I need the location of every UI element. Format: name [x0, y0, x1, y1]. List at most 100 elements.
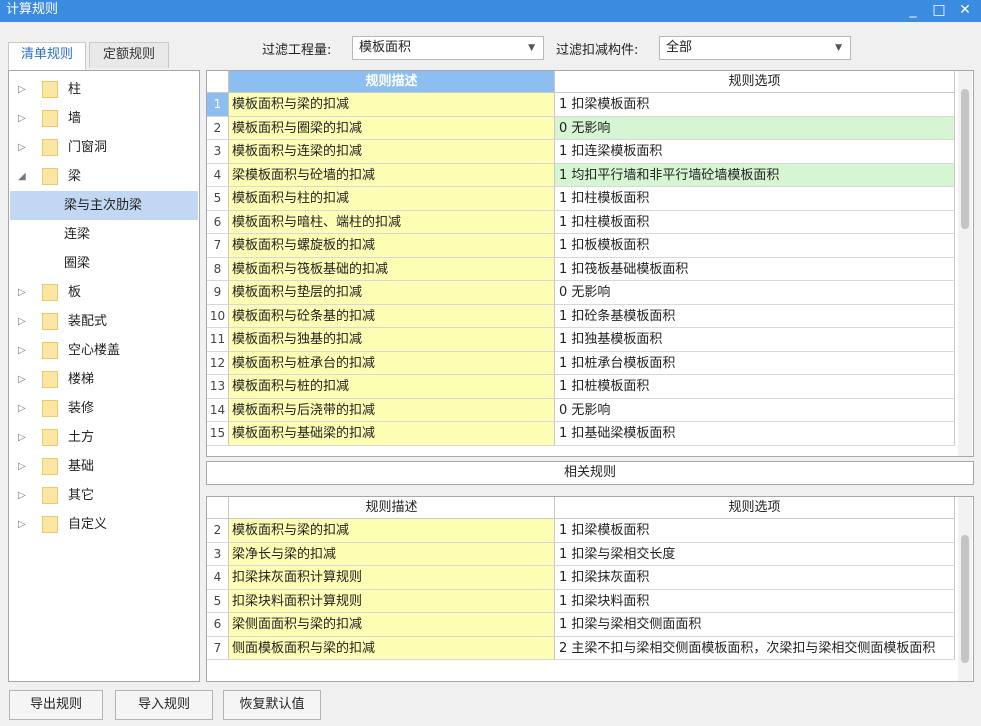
- collapsed-arrow-icon[interactable]: ▷: [18, 423, 26, 452]
- collapsed-arrow-icon[interactable]: ▷: [18, 481, 26, 510]
- tab-quota-rules[interactable]: 定额规则: [89, 42, 169, 68]
- collapsed-arrow-icon[interactable]: ▷: [18, 510, 26, 539]
- rule-option-cell[interactable]: 1 扣板模板面积: [555, 234, 955, 258]
- rule-option-cell[interactable]: 1 扣梁与梁相交侧面面积: [555, 613, 955, 637]
- rule-description-cell[interactable]: 模板面积与螺旋板的扣减: [229, 234, 555, 258]
- table-row[interactable]: 3 模板面积与连梁的扣减 1 扣连梁模板面积: [207, 140, 955, 164]
- rule-option-cell[interactable]: 1 扣砼条基模板面积: [555, 304, 955, 328]
- table-row[interactable]: 7 侧面模板面积与梁的扣减 2 主梁不扣与梁相交侧面模板面积，次梁扣与梁相交侧面模板…: [207, 636, 955, 660]
- tree-item[interactable]: ▷ 装配式: [10, 307, 198, 336]
- collapsed-arrow-icon[interactable]: ▷: [18, 133, 26, 162]
- tree-item[interactable]: ▷ 装修: [10, 394, 198, 423]
- collapsed-arrow-icon[interactable]: ▷: [18, 365, 26, 394]
- restore-defaults-button[interactable]: 恢复默认值: [223, 690, 321, 720]
- rule-description-cell[interactable]: 模板面积与后浇带的扣减: [229, 398, 555, 422]
- rule-description-cell[interactable]: 模板面积与桩承台的扣减: [229, 351, 555, 375]
- table-row[interactable]: 9 模板面积与垫层的扣减 0 无影响: [207, 281, 955, 305]
- rule-option-cell[interactable]: 0 无影响: [555, 281, 955, 305]
- tree-item[interactable]: ▷ 楼梯: [10, 365, 198, 394]
- rule-description-cell[interactable]: 模板面积与柱的扣减: [229, 187, 555, 211]
- table-row[interactable]: 2 模板面积与圈梁的扣减 0 无影响: [207, 116, 955, 140]
- table-row[interactable]: 5 模板面积与柱的扣减 1 扣柱模板面积: [207, 187, 955, 211]
- collapsed-arrow-icon[interactable]: ▷: [18, 336, 26, 365]
- table-row[interactable]: 2 模板面积与梁的扣减 1 扣梁模板面积: [207, 519, 955, 543]
- rule-description-cell[interactable]: 梁净长与梁的扣减: [229, 542, 555, 566]
- import-rules-button[interactable]: 导入规则: [115, 690, 213, 720]
- rule-option-cell[interactable]: 1 扣筏板基础模板面积: [555, 257, 955, 281]
- rule-description-cell[interactable]: 模板面积与独基的扣减: [229, 328, 555, 352]
- tree-item[interactable]: ▷ 空心楼盖: [10, 336, 198, 365]
- rule-option-cell[interactable]: 1 扣梁与梁相交长度: [555, 542, 955, 566]
- rule-description-cell[interactable]: 扣梁块料面积计算规则: [229, 589, 555, 613]
- rule-description-cell[interactable]: 模板面积与垫层的扣减: [229, 281, 555, 305]
- scrollbar-thumb[interactable]: [961, 535, 969, 663]
- tree-item[interactable]: ▷ 门窗洞: [10, 133, 198, 162]
- tree-item[interactable]: ▷ 其它: [10, 481, 198, 510]
- expanded-arrow-icon[interactable]: ◢: [18, 162, 26, 191]
- collapsed-arrow-icon[interactable]: ▷: [18, 278, 26, 307]
- filter-component-select[interactable]: 全部 ▼: [659, 36, 851, 60]
- rule-description-cell[interactable]: 模板面积与基础梁的扣减: [229, 422, 555, 446]
- export-rules-button[interactable]: 导出规则: [9, 690, 103, 720]
- maximize-icon[interactable]: □: [928, 0, 950, 22]
- table-row[interactable]: 10 模板面积与砼条基的扣减 1 扣砼条基模板面积: [207, 304, 955, 328]
- minimize-icon[interactable]: _: [902, 0, 924, 22]
- table-row[interactable]: 5 扣梁块料面积计算规则 1 扣梁块料面积: [207, 589, 955, 613]
- tree-item[interactable]: ◢ 梁: [10, 162, 198, 191]
- rule-description-cell[interactable]: 侧面模板面积与梁的扣减: [229, 636, 555, 660]
- rule-description-cell[interactable]: 梁模板面积与砼墙的扣减: [229, 163, 555, 187]
- rule-description-cell[interactable]: 模板面积与连梁的扣减: [229, 140, 555, 164]
- rule-option-cell[interactable]: 1 扣基础梁模板面积: [555, 422, 955, 446]
- rule-description-cell[interactable]: 模板面积与筏板基础的扣减: [229, 257, 555, 281]
- table-row[interactable]: 11 模板面积与独基的扣减 1 扣独基模板面积: [207, 328, 955, 352]
- rule-description-cell[interactable]: 模板面积与暗柱、端柱的扣减: [229, 210, 555, 234]
- tree-item[interactable]: 连梁: [10, 220, 198, 249]
- related-option-column-header[interactable]: 规则选项: [555, 497, 955, 519]
- filter-project-select[interactable]: 模板面积 ▼: [352, 36, 544, 60]
- table-row[interactable]: 7 模板面积与螺旋板的扣减 1 扣板模板面积: [207, 234, 955, 258]
- close-icon[interactable]: ✕: [954, 0, 976, 22]
- table-row[interactable]: 13 模板面积与桩的扣减 1 扣桩模板面积: [207, 375, 955, 399]
- collapsed-arrow-icon[interactable]: ▷: [18, 307, 26, 336]
- tree-item[interactable]: ▷ 自定义: [10, 510, 198, 539]
- tree-item[interactable]: ▷ 土方: [10, 423, 198, 452]
- related-table-scrollbar[interactable]: [958, 497, 972, 681]
- table-row[interactable]: 14 模板面积与后浇带的扣减 0 无影响: [207, 398, 955, 422]
- option-column-header[interactable]: 规则选项: [555, 71, 955, 93]
- rule-option-cell[interactable]: 1 扣连梁模板面积: [555, 140, 955, 164]
- tree-item[interactable]: 梁与主次肋梁: [10, 191, 198, 220]
- table-row[interactable]: 3 梁净长与梁的扣减 1 扣梁与梁相交长度: [207, 542, 955, 566]
- collapsed-arrow-icon[interactable]: ▷: [18, 104, 26, 133]
- collapsed-arrow-icon[interactable]: ▷: [18, 452, 26, 481]
- related-desc-column-header[interactable]: 规则描述: [229, 497, 555, 519]
- rule-option-cell[interactable]: 1 扣桩模板面积: [555, 375, 955, 399]
- rule-option-cell[interactable]: 1 扣独基模板面积: [555, 328, 955, 352]
- rule-description-cell[interactable]: 模板面积与圈梁的扣减: [229, 116, 555, 140]
- table-row[interactable]: 4 扣梁抹灰面积计算规则 1 扣梁抹灰面积: [207, 566, 955, 590]
- collapsed-arrow-icon[interactable]: ▷: [18, 394, 26, 423]
- rule-option-cell[interactable]: 1 扣梁模板面积: [555, 93, 955, 117]
- main-table-scrollbar[interactable]: [958, 71, 972, 456]
- tree-item[interactable]: ▷ 墙: [10, 104, 198, 133]
- rule-option-cell[interactable]: 1 扣柱模板面积: [555, 187, 955, 211]
- rule-option-cell[interactable]: 0 无影响: [555, 116, 955, 140]
- table-row[interactable]: 6 梁侧面面积与梁的扣减 1 扣梁与梁相交侧面面积: [207, 613, 955, 637]
- rule-description-cell[interactable]: 扣梁抹灰面积计算规则: [229, 566, 555, 590]
- rule-option-cell[interactable]: 1 扣柱模板面积: [555, 210, 955, 234]
- desc-column-header[interactable]: 规则描述: [229, 71, 555, 93]
- rule-option-cell[interactable]: 1 扣梁块料面积: [555, 589, 955, 613]
- table-row[interactable]: 1 模板面积与梁的扣减 1 扣梁模板面积: [207, 93, 955, 117]
- rule-option-cell[interactable]: 1 均扣平行墙和非平行墙砼墙模板面积: [555, 163, 955, 187]
- table-row[interactable]: 8 模板面积与筏板基础的扣减 1 扣筏板基础模板面积: [207, 257, 955, 281]
- tab-bill-rules[interactable]: 清单规则: [8, 42, 86, 70]
- rule-description-cell[interactable]: 梁侧面面积与梁的扣减: [229, 613, 555, 637]
- tree-item[interactable]: ▷ 板: [10, 278, 198, 307]
- table-row[interactable]: 12 模板面积与桩承台的扣减 1 扣桩承台模板面积: [207, 351, 955, 375]
- rule-description-cell[interactable]: 模板面积与梁的扣减: [229, 519, 555, 543]
- tree-item[interactable]: ▷ 基础: [10, 452, 198, 481]
- scrollbar-thumb[interactable]: [961, 89, 969, 229]
- collapsed-arrow-icon[interactable]: ▷: [18, 75, 26, 104]
- table-row[interactable]: 15 模板面积与基础梁的扣减 1 扣基础梁模板面积: [207, 422, 955, 446]
- rule-description-cell[interactable]: 模板面积与桩的扣减: [229, 375, 555, 399]
- tree-item[interactable]: 圈梁: [10, 249, 198, 278]
